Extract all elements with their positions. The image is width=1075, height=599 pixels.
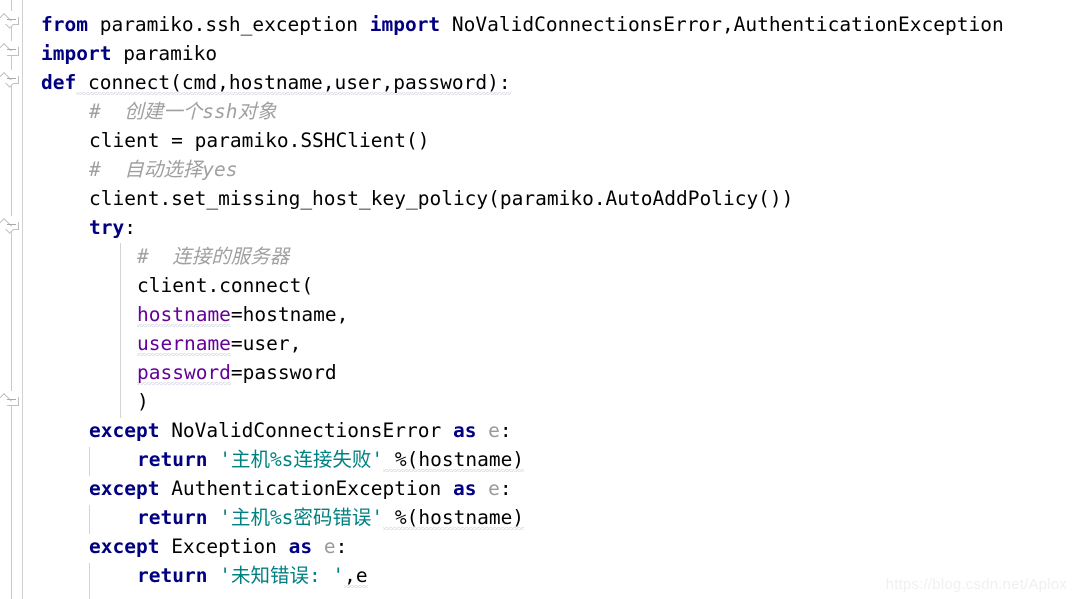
fold-marker-tip [4, 83, 19, 91]
code-line-arg-username[interactable]: username=user, [137, 329, 301, 358]
code-token: ) [137, 390, 149, 413]
code-editor: from paramiko.ssh_exception import NoVal… [0, 0, 1075, 599]
code-line-arg-password[interactable]: password=password [137, 358, 337, 387]
code-token: except [89, 477, 160, 500]
code-token: as [288, 535, 313, 558]
code-line-try[interactable]: try: [89, 213, 136, 242]
code-line-except-authentication[interactable]: except AuthenticationException as e: [89, 474, 512, 503]
fold-marker-try-block[interactable] [4, 216, 19, 231]
code-token: return [137, 506, 208, 529]
fold-marker-import-paramiko[interactable] [4, 41, 19, 56]
indent-guide-except-body-1 [89, 447, 90, 476]
fold-collapse-icon [7, 399, 16, 400]
code-line-from-import[interactable]: from paramiko.ssh_exception import NoVal… [41, 10, 1004, 39]
code-token: return [137, 564, 208, 587]
fold-marker-roof [4, 216, 19, 222]
code-token: =password [230, 361, 337, 384]
fold-marker-roof [4, 11, 19, 17]
fold-marker-from-import[interactable] [4, 11, 19, 26]
fold-marker-tip [4, 229, 19, 237]
code-token: '未知错误: ' [219, 564, 345, 587]
code-line-arg-hostname[interactable]: hostname=hostname, [137, 300, 348, 329]
code-token: e [476, 477, 500, 500]
fold-collapse-icon [7, 49, 16, 50]
code-line-return-unknown-error[interactable]: return '未知错误: ',e [137, 561, 368, 590]
code-token: : [499, 419, 512, 442]
code-token: e [476, 419, 500, 442]
code-token: client.connect( [137, 274, 314, 297]
fold-marker-roof [4, 70, 19, 76]
code-token: return [137, 448, 208, 471]
code-token: : [335, 535, 348, 558]
code-token: import [369, 13, 441, 36]
fold-marker-tip [4, 24, 19, 32]
code-line-comment-connect-server[interactable]: # 连接的服务器 [137, 242, 289, 271]
code-line-return-password-error[interactable]: return '主机%s密码错误' %(hostname) [137, 503, 525, 532]
code-token: NoValidConnectionsError [159, 419, 453, 442]
code-token: '主机%s连接失败' [219, 448, 384, 471]
code-token: import [41, 42, 112, 65]
code-line-set-missing-host-key-policy[interactable]: client.set_missing_host_key_policy(param… [89, 184, 793, 213]
code-token: # 自动选择yes [89, 158, 238, 181]
code-line-client-assign[interactable]: client = paramiko.SSHClient() [89, 126, 429, 155]
code-token: as [452, 477, 477, 500]
code-token: from [41, 13, 88, 36]
fold-marker-roof [4, 391, 19, 397]
fold-collapse-icon [7, 78, 16, 79]
indent-guide-try-body [120, 243, 121, 418]
code-token: '主机%s密码错误' [219, 506, 384, 529]
code-line-client-connect-open[interactable]: client.connect( [137, 271, 313, 300]
code-line-comment-create-ssh[interactable]: # 创建一个ssh对象 [89, 97, 276, 126]
fold-marker-def-connect[interactable] [4, 70, 19, 85]
code-token: client.set_missing_host_key_policy(param… [89, 187, 794, 210]
code-token: hostname [137, 303, 231, 327]
fold-marker-roof [4, 41, 19, 47]
editor-gutter[interactable] [0, 0, 23, 599]
fold-collapse-icon [7, 19, 16, 20]
code-token: =user, [230, 332, 302, 355]
code-token: username [137, 332, 231, 356]
code-line-except-exception[interactable]: except Exception as e: [89, 532, 347, 561]
code-token: try [89, 216, 125, 239]
code-token: e [312, 535, 336, 558]
code-token: NoValidConnectionsError,AuthenticationEx… [440, 13, 1004, 36]
code-token: paramiko [111, 42, 218, 65]
code-token: except [89, 419, 160, 442]
code-line-except-novalidconnections[interactable]: except NoValidConnectionsError as e: [89, 416, 512, 445]
watermark: https://blog.csdn.net/Aplox [885, 576, 1067, 593]
code-token: : [124, 216, 136, 239]
code-line-client-connect-close[interactable]: ) [137, 387, 149, 416]
fold-collapse-icon [7, 224, 16, 225]
code-line-comment-auto-yes[interactable]: # 自动选择yes [89, 155, 237, 184]
indent-guide-except-body-2 [89, 505, 90, 534]
code-token: Exception [159, 535, 289, 558]
fold-marker-client-connect[interactable] [4, 391, 19, 406]
code-token: client = paramiko.SSHClient() [89, 129, 430, 152]
code-token: except [89, 535, 160, 558]
code-token: # 连接的服务器 [137, 245, 290, 268]
code-token: =hostname, [230, 303, 349, 326]
code-token: ,e [344, 564, 368, 588]
code-token: def [41, 71, 77, 94]
code-token: as [452, 419, 477, 442]
code-line-return-connect-failed[interactable]: return '主机%s连接失败' %(hostname) [137, 445, 525, 474]
indent-guide-except-body-3 [89, 563, 90, 599]
code-token: password [137, 361, 231, 385]
code-token: AuthenticationException [159, 477, 453, 500]
code-token: : [499, 477, 512, 500]
code-token: paramiko.ssh_exception [87, 13, 370, 36]
code-line-def-connect[interactable]: def connect(cmd,hostname,user,password): [41, 68, 511, 97]
code-token: connect(cmd,hostname,user,password): [76, 71, 511, 95]
code-line-import-paramiko[interactable]: import paramiko [41, 39, 217, 68]
code-token: %(hostname) [383, 448, 525, 472]
code-token: # 创建一个ssh对象 [89, 100, 277, 123]
code-token: %(hostname) [383, 506, 525, 530]
code-area[interactable]: from paramiko.ssh_exception import NoVal… [23, 0, 1075, 599]
